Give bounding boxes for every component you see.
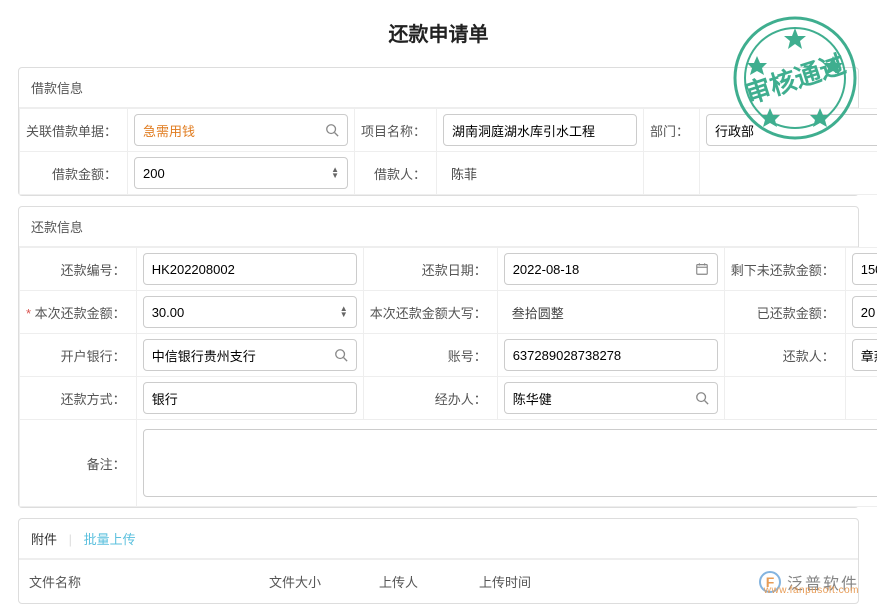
assoc-loan-label: 关联借款单据： bbox=[20, 109, 128, 152]
project-label: 项目名称： bbox=[355, 109, 437, 152]
this-amount-label: 本次还款金额： bbox=[20, 291, 137, 334]
this-amount-cn-value: 叁拾圆整 bbox=[504, 303, 718, 322]
dept-label: 部门： bbox=[644, 109, 700, 152]
watermark-url: www.fanpusoft.com bbox=[764, 585, 859, 596]
assoc-loan-input[interactable] bbox=[134, 114, 348, 146]
spinner-icon[interactable]: ▲▼ bbox=[340, 306, 348, 318]
project-input[interactable] bbox=[443, 114, 637, 146]
repayer-input[interactable] bbox=[852, 339, 877, 371]
search-icon[interactable] bbox=[325, 123, 339, 137]
attachment-panel: 附件 | 批量上传 文件名称 文件大小 上传人 上传时间 bbox=[18, 518, 859, 604]
calendar-icon[interactable] bbox=[695, 262, 709, 276]
method-label: 还款方式： bbox=[20, 377, 137, 420]
watermark: F 泛普软件 www.fanpusoft.com bbox=[759, 570, 859, 594]
repaid-label: 已还款金额： bbox=[724, 291, 845, 334]
repay-info-panel: 还款信息 还款编号： 还款日期： 剩下未还款金额： ▲▼ 本次还款金额： bbox=[18, 206, 859, 508]
search-icon[interactable] bbox=[695, 391, 709, 405]
repay-no-label: 还款编号： bbox=[20, 248, 137, 291]
remaining-label: 剩下未还款金额： bbox=[724, 248, 845, 291]
col-filename: 文件名称 bbox=[19, 560, 259, 604]
borrower-label: 借款人： bbox=[355, 152, 437, 195]
repay-no-input[interactable] bbox=[143, 253, 357, 285]
remark-input[interactable] bbox=[143, 429, 877, 497]
loan-amount-input[interactable]: ▲▼ bbox=[134, 157, 348, 189]
repay-info-header: 还款信息 bbox=[19, 207, 858, 247]
search-icon[interactable] bbox=[334, 348, 348, 362]
method-input[interactable] bbox=[143, 382, 357, 414]
this-amount-input[interactable]: ▲▼ bbox=[143, 296, 357, 328]
spinner-icon[interactable]: ▲▼ bbox=[331, 167, 339, 179]
repayer-label: 还款人： bbox=[724, 334, 845, 377]
attachment-header: 附件 bbox=[31, 532, 57, 547]
bulk-upload-button[interactable]: 批量上传 bbox=[84, 532, 136, 547]
handler-label: 经办人： bbox=[363, 377, 497, 420]
account-input[interactable] bbox=[504, 339, 718, 371]
dept-input[interactable] bbox=[706, 114, 877, 146]
col-filesize: 文件大小 bbox=[259, 560, 369, 604]
divider: | bbox=[69, 532, 72, 547]
handler-input[interactable] bbox=[504, 382, 718, 414]
loan-info-header: 借款信息 bbox=[19, 68, 858, 108]
bank-label: 开户银行： bbox=[20, 334, 137, 377]
this-amount-cn-label: 本次还款金额大写： bbox=[363, 291, 497, 334]
repay-date-label: 还款日期： bbox=[363, 248, 497, 291]
repaid-input[interactable]: ▲▼ bbox=[852, 296, 877, 328]
repay-date-input[interactable] bbox=[504, 253, 718, 285]
loan-amount-label: 借款金额： bbox=[20, 152, 128, 195]
borrower-value: 陈菲 bbox=[443, 164, 637, 183]
loan-info-panel: 借款信息 关联借款单据： 项目名称： 部门： 借款金额： bbox=[18, 67, 859, 196]
remaining-input[interactable]: ▲▼ bbox=[852, 253, 877, 285]
col-uploader: 上传人 bbox=[369, 560, 469, 604]
bank-input[interactable] bbox=[143, 339, 357, 371]
account-label: 账号： bbox=[363, 334, 497, 377]
remark-label: 备注： bbox=[20, 420, 137, 507]
page-title: 还款申请单 bbox=[0, 0, 877, 61]
